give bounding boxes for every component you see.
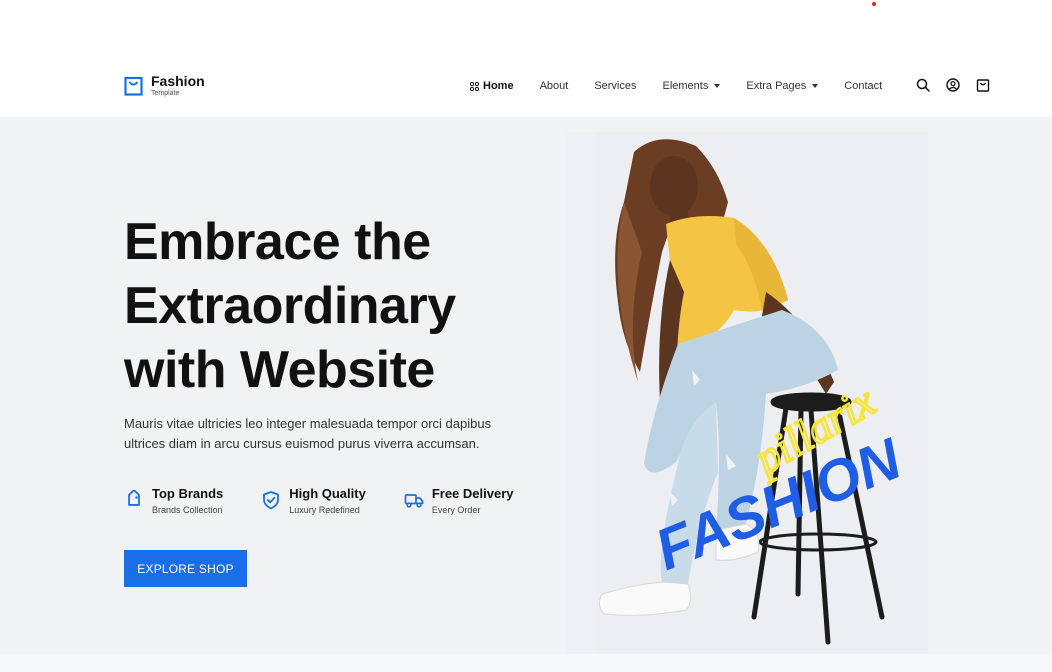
feature-subtitle: Brands Collection	[152, 505, 223, 515]
feature-subtitle: Every Order	[431, 505, 481, 515]
hero-model-image: FASHION pillarix	[566, 132, 928, 654]
recording-indicator	[872, 2, 876, 6]
header-actions	[916, 78, 990, 92]
nav-elements-label: Elements	[662, 80, 709, 92]
feature-title: High Quality	[289, 486, 366, 501]
shopping-bag-logo-icon	[124, 76, 143, 96]
headline-line-3: with Website	[124, 341, 435, 399]
headline-line-2: Extraordinary	[124, 277, 456, 335]
caret-down-icon	[714, 84, 721, 88]
tag-icon	[128, 490, 140, 506]
header: Fashion Template Home About Services Ele…	[0, 0, 1052, 118]
feature-title: Free Delivery	[431, 486, 514, 501]
main-nav: Home About Services Elements Extra Pages…	[470, 78, 908, 94]
hero-description: Mauris vitae ultricies leo integer males…	[124, 416, 492, 451]
feature-high-quality: High Quality Luxury Redefined	[261, 486, 366, 515]
brand-tagline: Template	[151, 90, 180, 97]
nav-services-label: Services	[594, 80, 637, 92]
user-icon[interactable]	[946, 78, 960, 92]
nav-contact[interactable]: Contact	[844, 80, 882, 92]
feature-subtitle: Luxury Redefined	[289, 505, 360, 515]
headline-line-1: Embrace the	[124, 213, 431, 271]
nav-contact-label: Contact	[844, 80, 883, 92]
nav-extra-pages[interactable]: Extra Pages	[746, 80, 819, 92]
nav-about[interactable]: About	[540, 80, 569, 92]
nav-about-label: About	[539, 80, 569, 92]
next-section-edge	[0, 654, 1052, 672]
feature-list: Top Brands Brands Collection High Qualit…	[124, 486, 552, 515]
nav-home[interactable]: Home	[470, 80, 514, 92]
truck-icon	[404, 494, 424, 508]
hero-section: Embrace the Extraordinary with Website M…	[0, 118, 1052, 654]
feature-title: Top Brands	[152, 486, 224, 501]
search-icon[interactable]	[916, 78, 930, 92]
grid-icon	[470, 81, 479, 91]
nav-extra-pages-label: Extra Pages	[746, 80, 807, 92]
nav-services[interactable]: Services	[594, 80, 636, 92]
hero-headline: Embrace the Extraordinary with Website	[124, 210, 544, 402]
cart-icon[interactable]	[976, 78, 990, 92]
brand-logo[interactable]: Fashion Template	[124, 74, 205, 97]
nav-elements[interactable]: Elements	[663, 80, 721, 92]
shield-check-icon	[263, 491, 280, 510]
feature-free-delivery: Free Delivery Every Order	[404, 486, 514, 515]
feature-top-brands: Top Brands Brands Collection	[124, 486, 223, 515]
nav-home-label: Home	[483, 80, 514, 92]
explore-shop-button[interactable]: EXPLORE SHOP	[124, 550, 247, 587]
caret-down-icon	[812, 84, 819, 88]
brand-name: Fashion	[151, 73, 205, 89]
